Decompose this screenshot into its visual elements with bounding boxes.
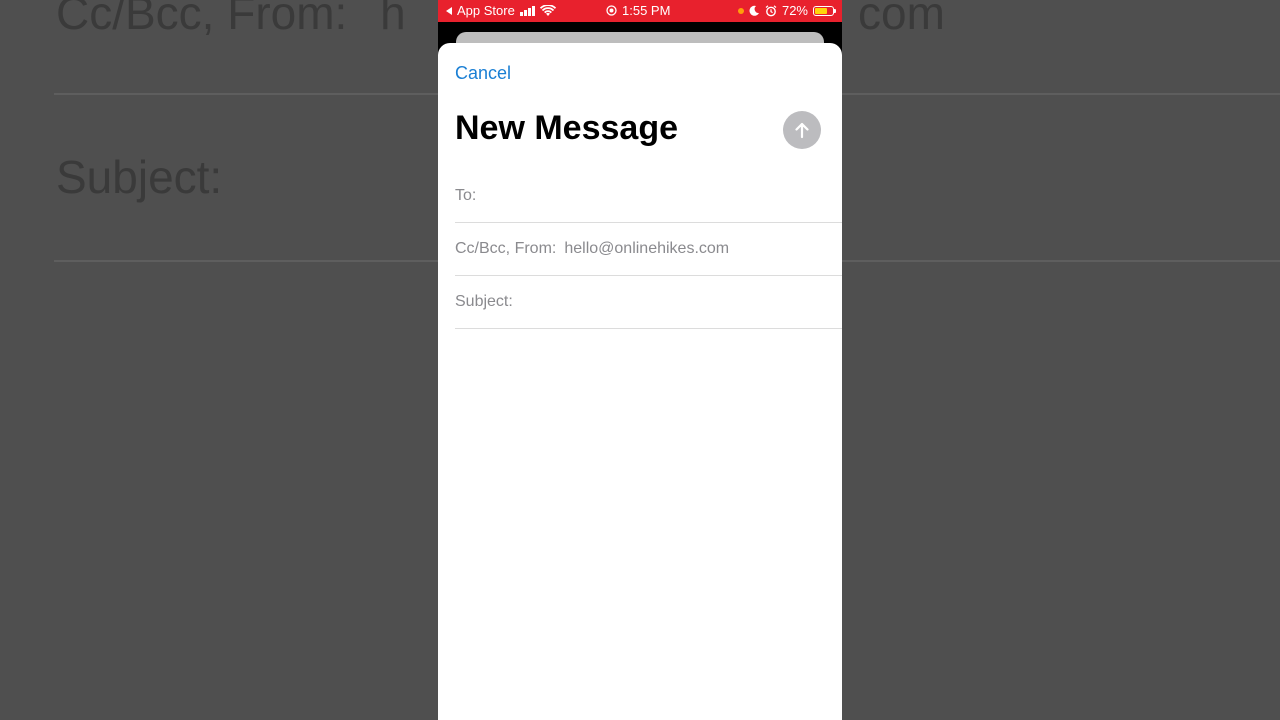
back-triangle-icon	[446, 6, 452, 15]
arrow-up-icon	[795, 122, 809, 139]
message-body[interactable]	[438, 330, 842, 720]
moon-icon	[749, 5, 759, 16]
compose-sheet: Cancel New Message To: Cc/Bcc, From: hel…	[438, 43, 842, 720]
ccbcc-from-label: Cc/Bcc, From:	[455, 240, 557, 257]
status-bar-left[interactable]: App Store	[446, 3, 556, 18]
background-subject-label: Subject:	[56, 151, 223, 203]
alarm-icon	[765, 4, 777, 16]
location-icon	[606, 5, 617, 16]
page-title: New Message	[455, 109, 678, 147]
battery-icon	[813, 5, 836, 16]
send-button[interactable]	[783, 111, 821, 149]
battery-percent: 72%	[781, 3, 808, 18]
subject-field[interactable]: Subject:	[455, 276, 842, 329]
from-value[interactable]: hello@onlinehikes.com	[564, 240, 729, 258]
subject-input[interactable]	[518, 292, 842, 312]
status-bar-center: 1:55 PM	[606, 3, 670, 18]
ccbcc-from-field[interactable]: Cc/Bcc, From: hello@onlinehikes.com	[455, 223, 842, 276]
phone-screen: App Store 1:55 PM 72% Cancel New Message…	[438, 0, 842, 720]
subject-label: Subject:	[455, 293, 513, 310]
signal-bars-icon	[519, 5, 535, 16]
cancel-button[interactable]: Cancel	[455, 63, 511, 84]
background-from-fragment-left: h	[380, 0, 406, 39]
status-bar-right: 72%	[737, 3, 836, 18]
orange-dot-icon	[737, 7, 744, 14]
to-label: To:	[455, 187, 477, 204]
background-ccbcc-label: Cc/Bcc, From:	[56, 0, 348, 39]
wifi-icon	[539, 4, 556, 16]
background-from-fragment-right: com	[858, 0, 945, 39]
battery-fill	[815, 7, 828, 14]
status-bar: App Store 1:55 PM 72%	[438, 0, 842, 22]
status-time: 1:55 PM	[622, 3, 671, 18]
to-input[interactable]	[482, 186, 842, 206]
to-field[interactable]: To:	[455, 170, 842, 223]
back-app-label: App Store	[457, 3, 515, 18]
